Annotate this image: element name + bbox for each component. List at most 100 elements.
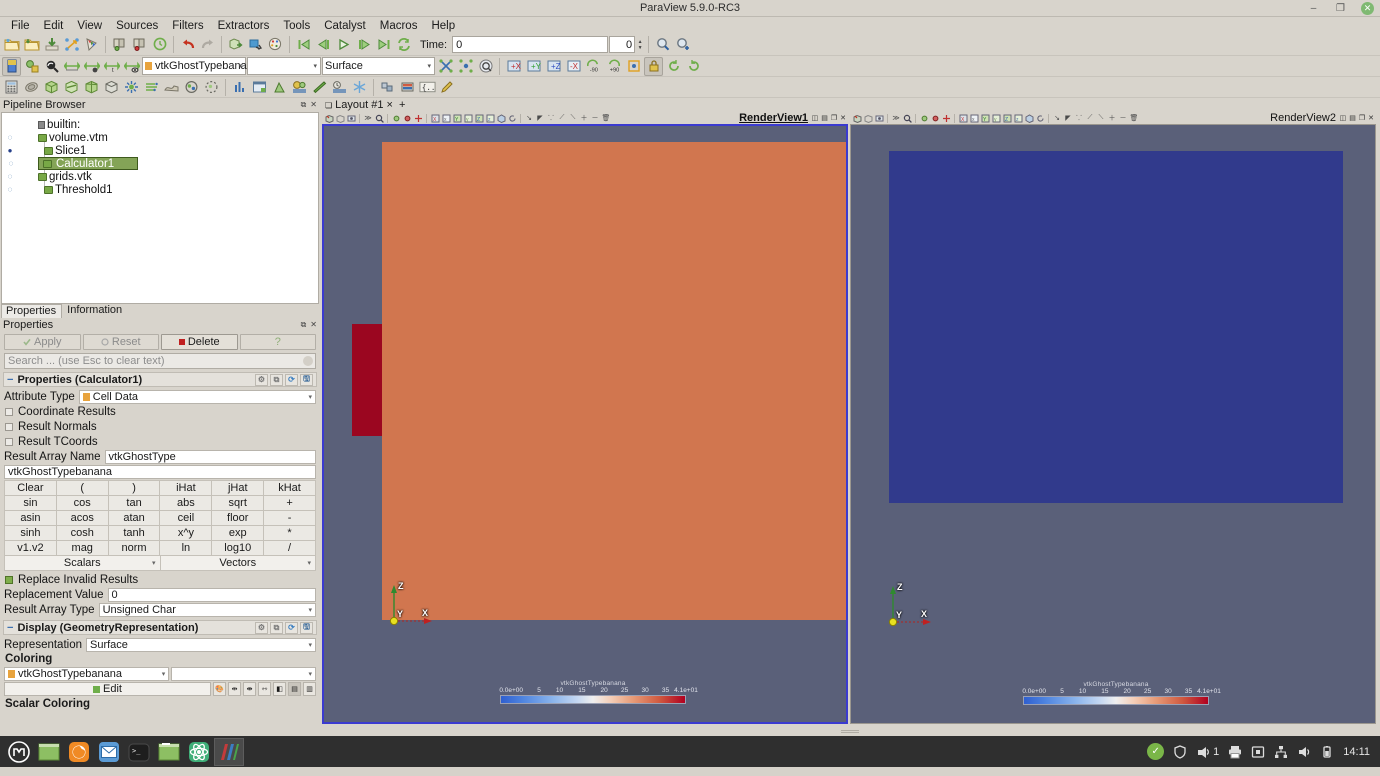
redo-icon[interactable] xyxy=(198,35,217,54)
properties-search[interactable]: Search ... (use Esc to clear text) xyxy=(4,353,316,369)
lock-aspect-icon[interactable] xyxy=(644,56,663,76)
camera-redo-icon[interactable] xyxy=(335,113,345,123)
loop-icon[interactable] xyxy=(394,35,413,54)
taskbar-atom[interactable] xyxy=(184,738,214,766)
pipeline-row-builtin[interactable]: builtin: xyxy=(2,118,318,131)
add-selection-icon[interactable]: ＋ xyxy=(1107,113,1117,123)
show-center-icon[interactable] xyxy=(919,113,929,123)
apply-button[interactable]: Apply xyxy=(4,334,81,350)
taskbar-mail[interactable] xyxy=(94,738,124,766)
printer-icon[interactable] xyxy=(1228,745,1242,759)
select-polygon-icon[interactable]: ⟋ xyxy=(1085,113,1095,123)
warp-filter-icon[interactable] xyxy=(162,78,181,97)
adjust-camera-icon[interactable] xyxy=(346,113,356,123)
select-points-icon[interactable]: ◤ xyxy=(1063,113,1073,123)
macro-braces-icon[interactable]: {..} xyxy=(418,78,437,97)
key-exp[interactable]: exp xyxy=(212,526,265,541)
camera-negx-icon[interactable]: -X xyxy=(564,57,583,76)
network-icon[interactable] xyxy=(1274,745,1288,759)
clear-selection-icon[interactable]: 🗑 xyxy=(1129,113,1139,123)
rotate-view-icon[interactable] xyxy=(1035,113,1045,123)
edit-macro-icon[interactable] xyxy=(438,78,457,97)
menu-help[interactable]: Help xyxy=(424,19,462,33)
color-legend-icon[interactable] xyxy=(476,57,495,76)
scalars-dropdown[interactable]: Scalars ▾ xyxy=(5,556,161,571)
rescale-to-custom-range-icon[interactable]: ⇼ xyxy=(243,682,256,696)
clear-selection-icon[interactable]: 🗑 xyxy=(601,113,611,123)
visibility-toggle-icon[interactable]: ◌ xyxy=(2,172,18,181)
key-ceil[interactable]: ceil xyxy=(160,511,213,526)
hide-center-icon[interactable] xyxy=(402,113,412,123)
time-index-spinner[interactable]: ▲ ▼ xyxy=(636,36,644,53)
camera-redo-icon[interactable] xyxy=(246,35,265,54)
result-normals-checkbox[interactable] xyxy=(5,422,13,431)
render-view-2-canvas[interactable]: Z Y X vtkGhostTypebanana 0.0e+00 5 10 15… xyxy=(850,124,1376,724)
add-layout-button[interactable]: + xyxy=(399,99,405,111)
key-mag[interactable]: mag xyxy=(56,541,109,556)
threshold-filter-icon[interactable] xyxy=(82,78,101,97)
shield-icon[interactable] xyxy=(1173,744,1187,759)
spreadsheet-view-icon[interactable] xyxy=(250,78,269,97)
close-view-icon[interactable]: ✕ xyxy=(840,114,846,122)
maximize-button[interactable]: ❐ xyxy=(1334,2,1347,15)
rescale-custom-range-icon[interactable] xyxy=(82,57,101,76)
clear-search-icon[interactable] xyxy=(303,356,313,366)
key-power[interactable]: x^y xyxy=(160,526,213,541)
pipeline-browser[interactable]: builtin: ◌ volume.vtm ● Slice1 ◌ Calcula… xyxy=(1,112,319,304)
subtract-selection-icon[interactable]: － xyxy=(590,113,600,123)
hide-center-icon[interactable] xyxy=(930,113,940,123)
rescale-to-data-range-icon[interactable]: ⇹ xyxy=(228,682,241,696)
key-cos[interactable]: cos xyxy=(56,496,109,511)
group-datasets-icon[interactable] xyxy=(182,78,201,97)
render-view-2-title[interactable]: RenderView2 xyxy=(1270,112,1336,124)
representation-combo[interactable]: Surface ▾ xyxy=(322,57,435,75)
tab-information[interactable]: Information xyxy=(62,303,128,318)
group-header-display[interactable]: − Display (GeometryRepresentation) ⚙ ⧉ ⟳… xyxy=(3,620,317,635)
close-view-icon[interactable]: ✕ xyxy=(1368,114,1374,122)
result-normals-row[interactable]: Result Normals xyxy=(2,419,318,434)
replacement-value-input[interactable]: 0 xyxy=(107,587,316,602)
render-view-1-title[interactable]: RenderView1 xyxy=(739,112,808,124)
minimize-button[interactable]: – xyxy=(1307,2,1320,15)
key-dot-product[interactable]: v1.v2 xyxy=(5,541,57,556)
key-floor[interactable]: floor xyxy=(212,511,265,526)
camera-posx-icon[interactable]: X xyxy=(430,113,440,123)
rotate-90-ccw-icon[interactable]: -90 xyxy=(584,57,603,76)
copy-icon[interactable]: ⧉ xyxy=(270,621,283,634)
toggle-advanced-icon[interactable]: ⚙ xyxy=(255,373,268,386)
stream-tracer-icon[interactable] xyxy=(142,78,161,97)
camera-posz-icon[interactable]: Z xyxy=(1002,113,1012,123)
select-block-icon[interactable]: ⟍ xyxy=(1096,113,1106,123)
key-acos[interactable]: acos xyxy=(56,511,109,526)
restore-defaults-icon[interactable]: ⟳ xyxy=(285,373,298,386)
extract-subset-icon[interactable] xyxy=(102,78,121,97)
scalar-bar-2[interactable]: vtkGhostTypebanana 0.0e+00 5 10 15 20 25… xyxy=(1022,681,1221,705)
contour-filter-icon[interactable] xyxy=(22,78,41,97)
camera-x-icon[interactable]: +X xyxy=(504,57,523,76)
save-screenshot-icon[interactable] xyxy=(82,35,101,54)
close-icon[interactable]: ✕ xyxy=(310,100,317,110)
battery-icon[interactable] xyxy=(1320,745,1334,759)
key-ln[interactable]: ln xyxy=(160,541,213,556)
key-close-paren[interactable]: ) xyxy=(108,481,161,496)
taskbar-terminal[interactable]: >_ xyxy=(124,738,154,766)
glyph-filter-icon[interactable] xyxy=(122,78,141,97)
tab-properties[interactable]: Properties xyxy=(1,304,63,318)
layout-tab-close-icon[interactable]: × xyxy=(387,99,393,111)
play-icon[interactable] xyxy=(334,35,353,54)
zoom-closest-icon[interactable] xyxy=(624,57,643,76)
camera-z-icon[interactable]: +Z xyxy=(544,57,563,76)
pipeline-row-volume-vtm[interactable]: ◌ volume.vtm xyxy=(2,131,318,144)
subtract-selection-icon[interactable]: － xyxy=(1118,113,1128,123)
display-icon[interactable] xyxy=(1251,745,1265,759)
clip-filter-icon[interactable] xyxy=(42,78,61,97)
key-multiply[interactable]: * xyxy=(264,526,316,541)
rescale-custom-icon[interactable] xyxy=(42,57,61,76)
volume-icon[interactable] xyxy=(1297,745,1311,759)
layout-tab-1[interactable]: ❏ Layout #1 × xyxy=(325,99,393,111)
restore-defaults-icon[interactable]: ⟳ xyxy=(285,621,298,634)
key-minus[interactable]: - xyxy=(264,511,316,526)
coloring-component-combo[interactable]: ▾ xyxy=(171,666,316,681)
result-array-name-input[interactable]: vtkGhostType xyxy=(104,449,316,464)
rescale-temporal-icon[interactable]: t xyxy=(102,57,121,76)
